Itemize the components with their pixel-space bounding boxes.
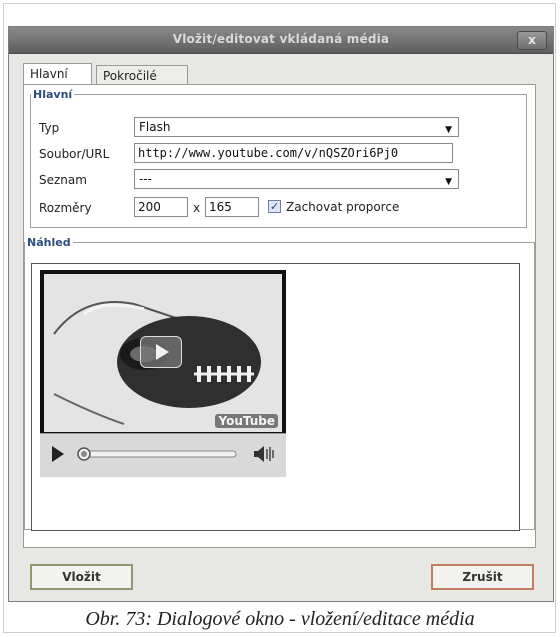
tab-general[interactable]: Hlavní <box>23 63 92 85</box>
url-input-value: http://www.youtube.com/v/nQSZOri6Pj0 <box>138 146 399 160</box>
type-label: Typ <box>39 121 60 135</box>
cancel-button[interactable]: Zrušit <box>431 564 534 590</box>
list-select[interactable]: --- ▼ <box>134 169 459 189</box>
type-select[interactable]: Flash ▼ <box>134 117 459 137</box>
video-player[interactable]: YouTube <box>40 270 286 477</box>
times-sign: x <box>193 201 201 215</box>
general-fieldset: Hlavní Typ Flash ▼ Soubor/URL http://www… <box>30 88 527 228</box>
tab-advanced[interactable]: Pokročilé <box>96 65 188 85</box>
video-thumbnail: YouTube <box>44 274 282 432</box>
height-input-value: 165 <box>209 200 232 214</box>
keep-ratio-checkbox[interactable]: ✓ <box>268 200 281 213</box>
insert-button[interactable]: Vložit <box>30 564 133 590</box>
checkmark-icon: ✓ <box>269 200 280 213</box>
width-input-value: 200 <box>138 200 161 214</box>
play-icon <box>52 446 64 462</box>
list-select-value: --- <box>139 172 152 186</box>
play-icon <box>156 344 169 360</box>
tab-panel: Hlavní Typ Flash ▼ Soubor/URL http://www… <box>23 84 536 548</box>
preview-legend: Náhled <box>27 236 71 249</box>
seek-bar <box>77 450 237 458</box>
tab-general-label: Hlavní <box>30 67 68 81</box>
preview-area: YouTube <box>31 263 520 531</box>
url-input[interactable]: http://www.youtube.com/v/nQSZOri6Pj0 <box>134 143 453 163</box>
height-input[interactable]: 165 <box>205 197 259 217</box>
keep-ratio-label: Zachovat proporce <box>286 200 400 214</box>
close-icon: x <box>528 33 536 47</box>
chevron-down-icon: ▼ <box>445 125 452 135</box>
play-overlay-button[interactable] <box>140 336 182 368</box>
width-input[interactable]: 200 <box>134 197 188 217</box>
type-select-value: Flash <box>139 120 171 134</box>
chevron-down-icon: ▼ <box>445 177 452 187</box>
youtube-logo: YouTube <box>215 414 278 428</box>
video-controls-graphic <box>52 446 274 462</box>
size-label: Rozměry <box>39 201 92 215</box>
media-dialog: Vložit/editovat vkládaná média x Hlavní … <box>8 26 554 602</box>
tab-advanced-label: Pokročilé <box>103 69 157 83</box>
video-controls <box>40 433 286 477</box>
close-button[interactable]: x <box>517 31 547 50</box>
dialog-title: Vložit/editovat vkládaná média <box>172 32 390 46</box>
dialog-titlebar[interactable]: Vložit/editovat vkládaná média x <box>9 27 553 54</box>
general-legend: Hlavní <box>33 88 73 101</box>
figure-caption: Obr. 73: Dialogové okno - vložení/editac… <box>85 608 475 630</box>
url-label: Soubor/URL <box>39 147 110 161</box>
preview-fieldset: Náhled YouTube <box>24 236 535 531</box>
volume-icon <box>254 446 274 462</box>
list-label: Seznam <box>39 173 87 187</box>
